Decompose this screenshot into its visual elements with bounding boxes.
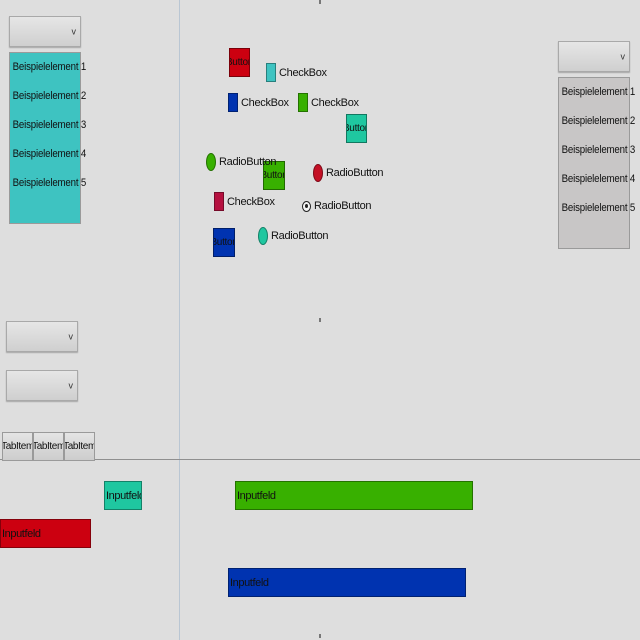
checkbox-label: CheckBox	[227, 195, 275, 208]
tab-bar: TabItem TabItem TabItem	[2, 432, 95, 461]
vertical-guide-line	[179, 0, 180, 640]
list-item[interactable]: Beispielelement 4	[10, 140, 87, 169]
center-tick-bottom	[319, 634, 321, 638]
radio-label: RadioButton	[326, 167, 384, 179]
red-input-field[interactable]: Inputfeld	[0, 519, 91, 548]
list-item[interactable]: Beispielelement 1	[10, 53, 87, 82]
chevron-down-icon: v	[68, 380, 74, 390]
checkbox-box[interactable]	[214, 192, 224, 211]
list-item[interactable]: Beispielelement 1	[559, 78, 636, 107]
tab-item-2[interactable]: TabItem	[33, 432, 64, 461]
radio-label: RadioButton	[314, 200, 372, 212]
dropdown-1[interactable]: v	[6, 321, 78, 352]
chevron-down-icon: v	[71, 26, 77, 36]
list-item[interactable]: Beispielelement 3	[10, 111, 87, 140]
horizontal-divider	[0, 459, 640, 460]
tab-item-3[interactable]: TabItem	[64, 432, 95, 461]
checkbox-label: CheckBox	[241, 96, 289, 109]
radio-label: RadioButton	[271, 230, 329, 242]
checkbox-box[interactable]	[266, 63, 276, 82]
green-checkbox[interactable]: CheckBox	[298, 93, 359, 112]
checkbox-label: CheckBox	[279, 66, 327, 79]
green-input-field[interactable]: Inputfeld	[235, 481, 473, 510]
center-tick-top	[319, 0, 321, 4]
teal-checkbox[interactable]: CheckBox	[266, 63, 327, 82]
blue-input-field[interactable]: Inputfeld	[228, 568, 466, 597]
mint-button[interactable]: Button	[346, 114, 367, 143]
radio-label: RadioButton	[219, 156, 277, 168]
left-listbox[interactable]: Beispielelement 1 Beispielelement 2 Beis…	[9, 52, 87, 224]
radio-dot[interactable]	[313, 164, 323, 182]
checkbox-box[interactable]	[228, 93, 238, 112]
mint-input-field[interactable]: Inputfeld	[104, 481, 142, 510]
checkbox-label: CheckBox	[311, 96, 359, 109]
checkbox-box[interactable]	[298, 93, 308, 112]
green-radio-button[interactable]: RadioButton	[206, 153, 277, 171]
teal-radio-button[interactable]: RadioButton	[258, 227, 329, 245]
list-item[interactable]: Beispielelement 2	[559, 107, 636, 136]
center-tick-middle	[319, 318, 321, 322]
list-item[interactable]: Beispielelement 4	[559, 165, 636, 194]
radio-dot[interactable]	[258, 227, 268, 245]
chevron-down-icon: v	[620, 51, 626, 61]
dropdown-2[interactable]: v	[6, 370, 78, 401]
right-dropdown[interactable]: v	[558, 41, 630, 72]
list-item[interactable]: Beispielelement 5	[559, 194, 636, 223]
right-listbox[interactable]: Beispielelement 1 Beispielelement 2 Beis…	[558, 77, 636, 249]
radio-dot[interactable]	[206, 153, 216, 171]
chevron-down-icon: v	[68, 331, 74, 341]
blue-checkbox[interactable]: CheckBox	[228, 93, 289, 112]
red-button[interactable]: Button	[229, 48, 250, 77]
list-item[interactable]: Beispielelement 3	[559, 136, 636, 165]
crimson-checkbox[interactable]: CheckBox	[214, 192, 275, 211]
red-radio-button[interactable]: RadioButton	[313, 164, 384, 182]
radio-selected-icon[interactable]	[302, 200, 311, 212]
tab-item-1[interactable]: TabItem	[2, 432, 33, 461]
selected-radio-button[interactable]: RadioButton	[302, 200, 372, 212]
list-item[interactable]: Beispielelement 5	[10, 169, 87, 198]
list-item[interactable]: Beispielelement 2	[10, 82, 87, 111]
left-dropdown[interactable]: v	[9, 16, 81, 47]
blue-button[interactable]: Button	[213, 228, 235, 257]
